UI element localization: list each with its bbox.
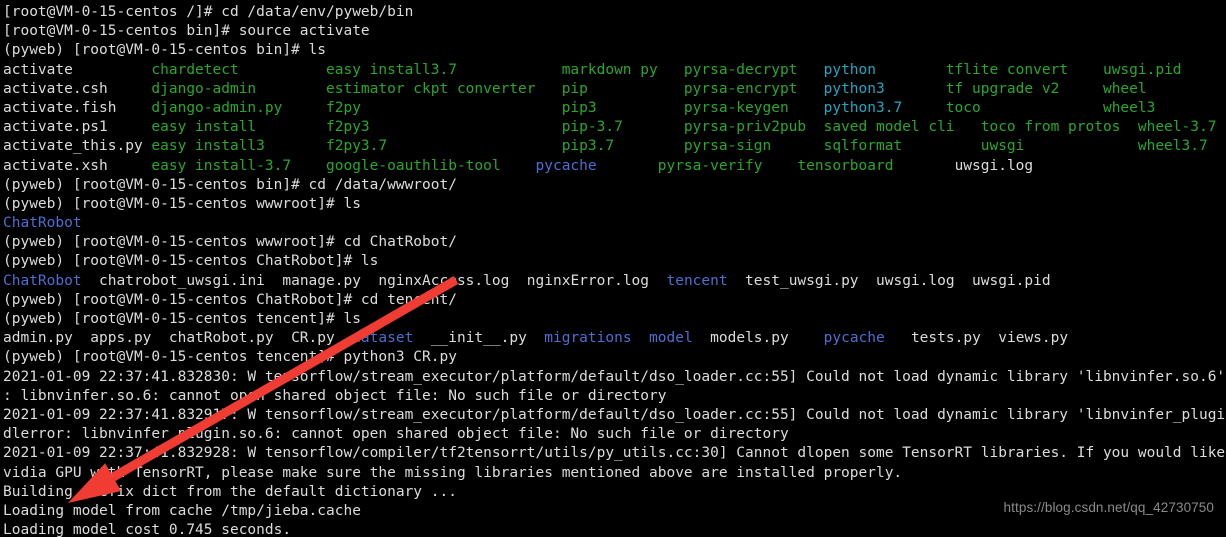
terminal-text: python [823, 61, 946, 78]
terminal-line: activate.xsh easy install-3.7 google-oau… [3, 157, 1226, 176]
terminal-line: (pyweb) [root@VM-0-15-centos ChatRobot]#… [3, 252, 1226, 271]
terminal-text: Loading model from cache /tmp/jieba.cach… [3, 502, 361, 519]
terminal-text: easy install-3.7 google-oauthlib-tool [151, 157, 536, 174]
terminal-text: django-admin estimator ckpt converter pi… [151, 80, 824, 97]
terminal-text: __init__.py [413, 330, 545, 347]
terminal-line: [root@VM-0-15-centos /]# cd /data/env/py… [3, 3, 1226, 22]
terminal-line: dlerror: libnvinfer_plugin.so.6: cannot … [3, 425, 1226, 444]
terminal-text: uwsgi.log [954, 157, 1034, 174]
terminal-text: toco wheel3 [945, 99, 1156, 116]
terminal-text: dataset [352, 330, 414, 347]
terminal-text: (pyweb) [root@VM-0-15-centos wwwroot]# c… [3, 234, 457, 251]
terminal-text: Building prefix dict from the default di… [3, 483, 457, 500]
terminal-text: python3 [823, 80, 946, 97]
terminal-line: activate_this.py easy install3 f2py3.7 p… [3, 137, 1226, 156]
terminal-line: activate.fish django-admin.py f2py pip3 … [3, 99, 1226, 118]
terminal-line: : libnvinfer.so.6: cannot open shared ob… [3, 387, 1226, 406]
terminal-text: activate.fish [3, 99, 152, 116]
terminal-text: activate [3, 61, 152, 78]
terminal-text: activate.ps1 [3, 119, 152, 136]
terminal-line: ChatRobot [3, 214, 1226, 233]
terminal-line: 2021-01-09 22:37:41.832830: W tensorflow… [3, 368, 1226, 387]
terminal-text: python3.7 [823, 99, 946, 116]
terminal-line: activate.csh django-admin estimator ckpt… [3, 80, 1226, 99]
terminal-line: Loading model cost 0.745 seconds. [3, 521, 1226, 537]
terminal-line: (pyweb) [root@VM-0-15-centos tencent]# l… [3, 310, 1226, 329]
terminal-text: 2021-01-09 22:37:41.832830: W tensorflow… [3, 368, 1226, 385]
terminal-line: (pyweb) [root@VM-0-15-centos tencent]# p… [3, 348, 1226, 367]
terminal-text: pyrsa-verify tensorboard [631, 157, 955, 174]
terminal-text: (pyweb) [root@VM-0-15-centos wwwroot]# l… [3, 195, 361, 212]
terminal-text: tencent [666, 272, 728, 289]
terminal-text: (pyweb) [root@VM-0-15-centos tencent]# p… [3, 349, 457, 366]
terminal-text: : libnvinfer.so.6: cannot open shared ob… [3, 387, 667, 404]
terminal-text: activate.csh [3, 80, 152, 97]
terminal-line: (pyweb) [root@VM-0-15-centos bin]# cd /d… [3, 176, 1226, 195]
csdn-watermark: https://blog.csdn.net/qq_42730750 [1003, 500, 1214, 515]
terminal-text: tflite convert uwsgi.pid [945, 61, 1182, 78]
terminal-text: chatrobot_uwsgi.ini manage.py nginxAcces… [81, 272, 667, 289]
terminal-text: activate.xsh [3, 157, 152, 174]
terminal-text: 2021-01-09 22:37:41.832928: W tensorflow… [3, 445, 1226, 462]
terminal-output-area[interactable]: [root@VM-0-15-centos /]# cd /data/env/py… [0, 0, 1226, 537]
terminal-text: easy install3 f2py3.7 pip3.7 pyrsa-sign … [151, 138, 1208, 155]
terminal-window[interactable]: [root@VM-0-15-centos /]# cd /data/env/py… [0, 0, 1226, 537]
terminal-text: (pyweb) [root@VM-0-15-centos ChatRobot]#… [3, 253, 379, 270]
terminal-text: pycache [535, 157, 632, 174]
terminal-line: Building prefix dict from the default di… [3, 483, 1226, 502]
terminal-text: [root@VM-0-15-centos /]# cd /data/env/py… [3, 4, 414, 20]
terminal-text: django-admin.py f2py pip3 pyrsa-keygen [151, 99, 824, 116]
terminal-line: activate.ps1 easy install f2py3 pip-3.7 … [3, 118, 1226, 137]
terminal-line: vidia GPU with TensorRT, please make sur… [3, 464, 1226, 483]
terminal-text: tests.py views.py [884, 330, 1069, 347]
terminal-text: models.py [692, 330, 824, 347]
terminal-text: (pyweb) [root@VM-0-15-centos ChatRobot]#… [3, 291, 457, 308]
terminal-line: (pyweb) [root@VM-0-15-centos ChatRobot]#… [3, 291, 1226, 310]
terminal-line: [root@VM-0-15-centos bin]# source activa… [3, 22, 1226, 41]
terminal-text: (pyweb) [root@VM-0-15-centos tencent]# l… [3, 311, 361, 327]
terminal-line: 2021-01-09 22:37:41.832917: W tensorflow… [3, 406, 1226, 425]
terminal-text: easy install f2py3 pip-3.7 pyrsa-priv2pu… [151, 119, 1217, 136]
terminal-text: (pyweb) [root@VM-0-15-centos bin]# cd /d… [3, 176, 457, 193]
terminal-text: dlerror: libnvinfer_plugin.so.6: cannot … [3, 426, 789, 443]
terminal-text: pycache [823, 330, 885, 347]
terminal-text: migrations [544, 330, 632, 347]
terminal-text: tf upgrade v2 wheel [945, 80, 1147, 97]
terminal-line: (pyweb) [root@VM-0-15-centos wwwroot]# c… [3, 233, 1226, 252]
terminal-line: (pyweb) [root@VM-0-15-centos wwwroot]# l… [3, 195, 1226, 214]
terminal-text: test_uwsgi.py uwsgi.log uwsgi.pid [727, 272, 1051, 289]
terminal-text: vidia GPU with TensorRT, please make sur… [3, 464, 903, 481]
terminal-text: activate_this.py [3, 138, 152, 155]
terminal-text: model [649, 330, 693, 347]
terminal-line: (pyweb) [root@VM-0-15-centos bin]# ls [3, 41, 1226, 60]
terminal-text: admin.py apps.py chatRobot.py CR.py [3, 330, 353, 347]
terminal-line: ChatRobot chatrobot_uwsgi.ini manage.py … [3, 272, 1226, 291]
terminal-line: admin.py apps.py chatRobot.py CR.py data… [3, 329, 1226, 348]
terminal-text: (pyweb) [root@VM-0-15-centos bin]# ls [3, 42, 327, 59]
terminal-text: 2021-01-09 22:37:41.832917: W tensorflow… [3, 406, 1226, 423]
terminal-text: ChatRobot [3, 215, 82, 232]
terminal-text: [root@VM-0-15-centos bin]# source activa… [3, 23, 370, 40]
terminal-text: chardetect easy install3.7 markdown py p… [151, 61, 824, 78]
terminal-line: 2021-01-09 22:37:41.832928: W tensorflow… [3, 444, 1226, 463]
terminal-line: activate chardetect easy install3.7 mark… [3, 61, 1226, 80]
terminal-text: ChatRobot [3, 272, 82, 289]
terminal-text: Loading model cost 0.745 seconds. [3, 522, 292, 537]
